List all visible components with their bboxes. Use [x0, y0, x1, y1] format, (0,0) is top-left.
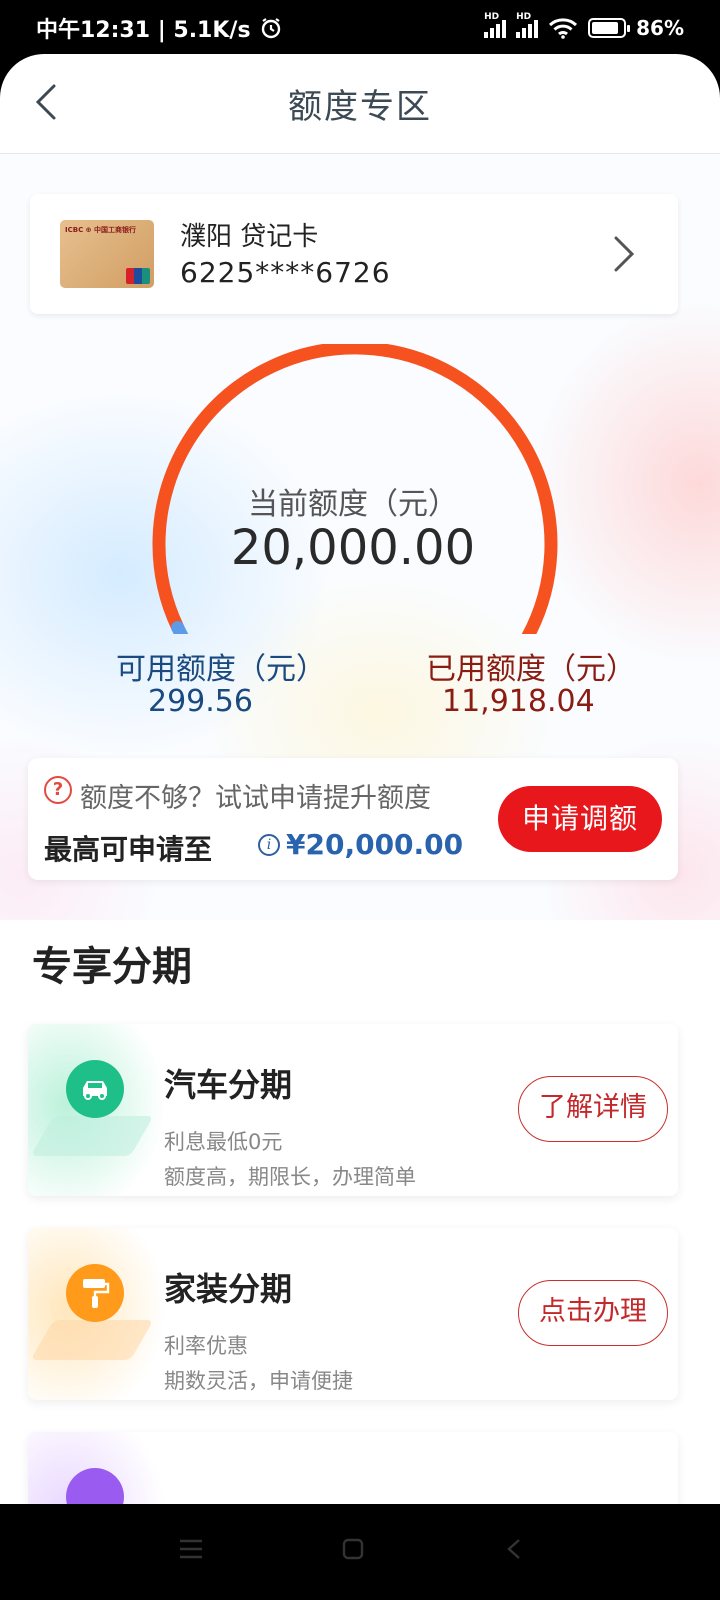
alarm-icon — [261, 18, 280, 39]
page-title: 额度专区 — [288, 87, 432, 127]
product-card-partial[interactable] — [28, 1432, 678, 1504]
wifi-icon — [549, 18, 578, 39]
status-time: 中午12:31 | 5.1K/s — [36, 18, 251, 43]
product-card-car[interactable]: 汽车分期 利息最低0元 额度高，期限长，办理简单 了解详情 — [28, 1024, 678, 1196]
current-limit-label: 当前额度（元） — [248, 487, 458, 522]
available-limit-label: 可用额度（元） — [116, 652, 326, 687]
max-apply-value: ¥20,000.00 — [286, 828, 464, 861]
app-screen: 额度专区 ICBC ⊕ 中国工商银行 濮阳 贷记卡 6225****6726 当… — [0, 54, 720, 1504]
apply-raise-button[interactable]: 申请调额 — [498, 786, 662, 852]
card-number: 6225****6726 — [180, 256, 391, 289]
product-card-home[interactable]: 家装分期 利率优惠 期数灵活，申请便捷 点击办理 — [28, 1228, 678, 1400]
back-nav-icon[interactable] — [506, 1538, 522, 1560]
home-icon[interactable] — [342, 1538, 364, 1560]
used-limit-label: 已用额度（元） — [426, 652, 636, 687]
product-subtitle: 利息最低0元 — [164, 1130, 283, 1154]
max-apply-label: 最高可申请至 — [44, 833, 213, 866]
signal-icon: HD — [484, 12, 507, 38]
gauge-available-arc — [171, 621, 189, 634]
menu-icon[interactable] — [178, 1538, 204, 1560]
back-icon[interactable] — [26, 80, 70, 124]
paint-roller-icon — [66, 1264, 124, 1322]
phone-frame: 中午12:31 | 5.1K/s HD HD 86% 额度专区 ICBC ⊕ 中… — [0, 0, 720, 1600]
section-title: 专享分期 — [32, 944, 192, 990]
question-icon: ? — [44, 776, 72, 804]
current-limit-value: 20,000.00 — [230, 520, 476, 576]
nav-bar: 额度专区 — [0, 54, 720, 154]
raise-prompt: 额度不够？试试申请提升额度 — [80, 783, 431, 814]
learn-more-button[interactable]: 了解详情 — [518, 1076, 668, 1142]
product-title: 家装分期 — [164, 1270, 293, 1308]
battery-icon — [588, 18, 631, 38]
available-limit-value: 299.56 — [148, 684, 253, 719]
car-icon — [66, 1060, 124, 1118]
unionpay-icon — [126, 268, 150, 284]
apply-now-button[interactable]: 点击办理 — [518, 1280, 668, 1346]
status-bar: 中午12:31 | 5.1K/s HD HD 86% — [0, 0, 720, 56]
product-title: 汽车分期 — [164, 1066, 293, 1104]
signal-icon-2: HD — [516, 12, 539, 38]
product-subtitle: 利率优惠 — [164, 1334, 248, 1358]
chevron-right-icon[interactable] — [610, 232, 638, 276]
used-limit-value: 11,918.04 — [442, 684, 595, 719]
card-name: 濮阳 贷记卡 — [180, 222, 319, 252]
product-description: 额度高，期限长，办理简单 — [164, 1165, 416, 1189]
product-description: 期数灵活，申请便捷 — [164, 1369, 353, 1393]
system-nav-bar — [0, 1504, 720, 1600]
credit-hero: ICBC ⊕ 中国工商银行 濮阳 贷记卡 6225****6726 当前额度（元… — [0, 154, 720, 920]
bank-logo: ICBC ⊕ 中国工商银行 — [65, 226, 136, 234]
card-selector[interactable]: ICBC ⊕ 中国工商银行 濮阳 贷记卡 6225****6726 — [30, 194, 678, 314]
bank-card-thumbnail: ICBC ⊕ 中国工商银行 — [60, 220, 154, 288]
battery-percent: 86% — [636, 16, 684, 40]
info-icon[interactable]: i — [258, 834, 280, 856]
raise-limit-card: ? 额度不够？试试申请提升额度 最高可申请至 i ¥20,000.00 申请调额 — [28, 758, 678, 880]
